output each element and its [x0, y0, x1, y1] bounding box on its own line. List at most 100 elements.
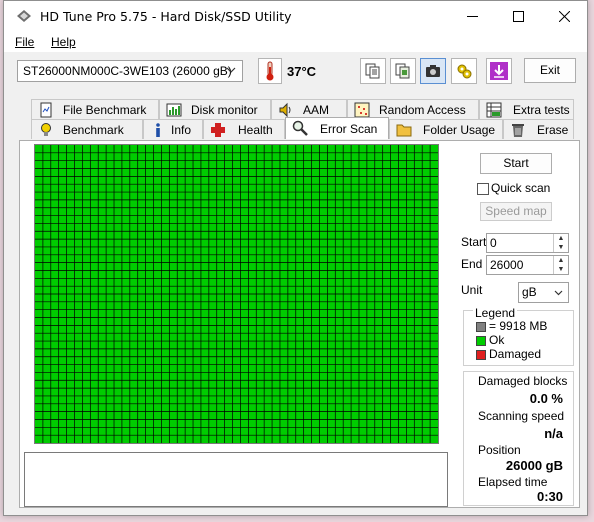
tab-label: Folder Usage	[423, 123, 496, 137]
legend-group: Legend = 9918 MB Ok Damaged	[463, 306, 574, 366]
start-scan-button[interactable]: Start	[480, 153, 552, 174]
speaker-icon	[279, 102, 291, 118]
scan-log-area[interactable]	[24, 452, 448, 507]
minimize-button[interactable]	[449, 1, 495, 32]
scanning-speed-value: n/a	[544, 426, 563, 441]
tab-folder-usage[interactable]: Folder Usage	[389, 119, 503, 139]
legend-block-size: = 9918 MB	[489, 319, 548, 333]
tab-label: Info	[171, 123, 192, 137]
scan-block-grid	[34, 144, 439, 444]
maximize-button[interactable]	[495, 1, 541, 32]
legend-ok: Ok	[489, 333, 505, 347]
save-button[interactable]	[486, 58, 512, 84]
legend-title: Legend	[473, 306, 518, 320]
close-button[interactable]	[541, 1, 587, 32]
unit-select-value: gB	[522, 285, 537, 299]
trash-icon	[512, 124, 524, 137]
tab-erase[interactable]: Erase	[503, 119, 574, 139]
end-position-input[interactable]: 26000 ▲ ▼	[486, 255, 569, 275]
start-position-value: 0	[490, 236, 497, 250]
save-icon	[490, 62, 508, 80]
scan-statistics: Damaged blocks 0.0 % Scanning speed n/a …	[463, 371, 574, 506]
quick-scan-label: Quick scan	[491, 181, 551, 195]
tab-file-benchmark[interactable]: File Benchmark	[31, 99, 159, 119]
chevron-down-icon	[226, 67, 236, 73]
damaged-blocks-value: 0.0 %	[529, 391, 563, 406]
tab-error-scan[interactable]: Error Scan	[285, 117, 389, 139]
position-label: Position	[478, 443, 521, 457]
menu-file-label: File	[15, 35, 35, 49]
app-window: HD Tune Pro 5.75 - Hard Disk/SSD Utility…	[3, 0, 588, 516]
extra-tests-icon	[486, 102, 502, 118]
temperature-readout: 37°C	[287, 64, 317, 79]
drive-select-value: ST26000NM000C-3WE103 (26000 gB)	[23, 64, 232, 78]
screenshot-button[interactable]	[420, 58, 446, 84]
lightbulb-icon	[41, 123, 51, 136]
legend-swatch-damaged	[476, 350, 486, 360]
tab-label: Extra tests	[513, 103, 570, 117]
disk-monitor-icon	[166, 103, 182, 117]
title-bar: HD Tune Pro 5.75 - Hard Disk/SSD Utility	[4, 1, 587, 32]
scanning-speed-label: Scanning speed	[478, 409, 565, 423]
tab-label: AAM	[303, 103, 330, 117]
tab-label: Health	[238, 123, 273, 137]
start-position-label: Start	[461, 235, 487, 249]
file-benchmark-icon	[40, 102, 52, 118]
legend-swatch-block	[476, 322, 486, 332]
end-position-value: 26000	[490, 258, 524, 272]
menu-file[interactable]: File	[15, 35, 34, 49]
unit-label: Unit	[461, 283, 483, 297]
window-title: HD Tune Pro 5.75 - Hard Disk/SSD Utility	[40, 9, 292, 24]
elapsed-time-value: 0:30	[536, 489, 563, 504]
menu-bar: File Help	[4, 32, 587, 52]
copy-text-icon	[365, 63, 380, 79]
tab-label: Erase	[537, 123, 569, 137]
tab-label: File Benchmark	[63, 103, 147, 117]
copy-text-button[interactable]	[360, 58, 386, 84]
close-icon	[558, 11, 570, 22]
exit-button[interactable]: Exit	[524, 58, 576, 83]
options-button[interactable]	[451, 58, 477, 84]
tab-label: Random Access	[379, 103, 466, 117]
legend-swatch-ok	[476, 336, 486, 346]
damaged-blocks-label: Damaged blocks	[478, 374, 568, 388]
folder-icon	[396, 124, 412, 137]
thermometer-icon	[258, 58, 282, 84]
end-position-label: End	[461, 257, 483, 271]
spin-arrows-icon[interactable]: ▲ ▼	[553, 256, 568, 274]
position-value: 26000 gB	[505, 458, 563, 473]
health-cross-icon	[211, 123, 225, 137]
tab-health[interactable]: Health	[203, 119, 285, 139]
tab-benchmark[interactable]: Benchmark	[31, 119, 143, 139]
camera-icon	[426, 65, 440, 77]
app-icon	[17, 10, 31, 22]
tab-label: Error Scan	[320, 122, 378, 136]
quick-scan-checkbox[interactable]	[477, 183, 489, 195]
legend-damaged: Damaged	[489, 347, 542, 361]
tab-disk-monitor[interactable]: Disk monitor	[159, 99, 271, 119]
tab-info[interactable]: Info	[143, 119, 203, 139]
maximize-icon	[512, 11, 524, 22]
spin-arrows-icon[interactable]: ▲ ▼	[553, 234, 568, 252]
tab-extra-tests[interactable]: Extra tests	[479, 99, 574, 119]
toolbar: ST26000NM000C-3WE103 (26000 gB) 37°C Exi…	[4, 52, 587, 92]
tab-aam[interactable]: AAM	[271, 99, 347, 119]
menu-help[interactable]: Help	[51, 35, 76, 49]
unit-select[interactable]: gB	[518, 282, 569, 303]
copy-screenshot-button[interactable]	[390, 58, 416, 84]
copy-screenshot-icon	[395, 63, 410, 79]
start-position-input[interactable]: 0 ▲ ▼	[486, 233, 569, 253]
speed-map-button[interactable]: Speed map	[480, 202, 552, 221]
tab-random-access[interactable]: Random Access	[347, 99, 479, 119]
info-icon	[156, 123, 160, 137]
random-access-icon	[354, 102, 370, 118]
drive-select[interactable]: ST26000NM000C-3WE103 (26000 gB)	[17, 60, 243, 82]
chevron-down-icon	[554, 290, 563, 296]
menu-help-label: Help	[51, 35, 76, 49]
options-icon	[457, 64, 472, 79]
tab-label: Disk monitor	[191, 103, 258, 117]
elapsed-time-label: Elapsed time	[478, 475, 548, 489]
tab-label: Benchmark	[63, 123, 124, 137]
minimize-icon	[466, 16, 478, 17]
magnifier-icon	[292, 120, 308, 136]
